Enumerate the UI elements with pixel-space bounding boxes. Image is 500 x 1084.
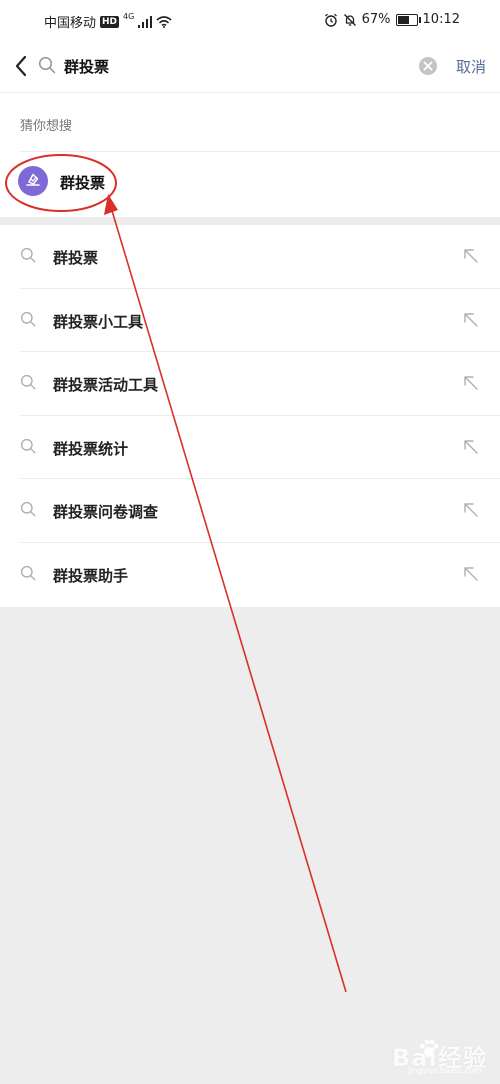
status-right: 67% 10:12 bbox=[324, 12, 460, 27]
arrow-up-left-icon[interactable] bbox=[462, 438, 480, 456]
search-input[interactable] bbox=[64, 52, 394, 80]
status-bar: 中国移动 HD 4G 67% 10:12 bbox=[0, 0, 500, 40]
clear-circle-icon[interactable] bbox=[418, 56, 438, 76]
status-left: 中国移动 HD 4G bbox=[44, 12, 172, 31]
battery-icon bbox=[395, 13, 421, 26]
suggestion-list: 群投票 群投票小工具 群投票活动工具 群投票统计 群投票问卷调查 群投票助手 bbox=[0, 225, 500, 607]
suggestion-text: 群投票助手 bbox=[53, 566, 129, 585]
signal-icon bbox=[138, 15, 153, 28]
suggestion-row[interactable]: 群投票 bbox=[0, 225, 500, 289]
suggestion-row[interactable]: 群投票活动工具 bbox=[0, 352, 500, 416]
arrow-up-left-icon[interactable] bbox=[462, 374, 480, 392]
battery-percent: 67% bbox=[361, 12, 391, 27]
suggestion-row[interactable]: 群投票统计 bbox=[0, 416, 500, 479]
alarm-icon bbox=[324, 13, 337, 27]
search-bar: 取消 bbox=[0, 40, 500, 92]
carrier-name: 中国移动 bbox=[44, 16, 97, 31]
paw-icon bbox=[420, 1039, 439, 1057]
vote-app-icon bbox=[18, 166, 48, 196]
suggestion-text: 群投票 bbox=[53, 249, 99, 267]
hd-badge: HD bbox=[100, 15, 120, 28]
search-icon bbox=[20, 247, 36, 263]
suggestion-text: 群投票活动工具 bbox=[53, 376, 159, 394]
suggestion-text: 群投票统计 bbox=[53, 439, 129, 458]
arrow-up-left-icon[interactable] bbox=[462, 247, 480, 265]
mute-bell-icon bbox=[343, 13, 356, 26]
arrow-up-left-icon[interactable] bbox=[462, 501, 480, 519]
search-icon bbox=[38, 56, 56, 74]
cancel-button[interactable]: 取消 bbox=[456, 56, 486, 77]
divider bbox=[20, 151, 500, 152]
search-icon bbox=[20, 501, 36, 517]
guess-section: 猜你想搜 群投票 bbox=[0, 92, 500, 217]
battery-level bbox=[397, 15, 409, 24]
suggestion-row[interactable]: 群投票小工具 bbox=[0, 289, 500, 352]
search-icon bbox=[20, 438, 36, 453]
guess-item-vote[interactable]: 群投票 bbox=[0, 153, 500, 213]
suggestion-row[interactable]: 群投票问卷调查 bbox=[0, 479, 500, 543]
suggestion-text: 群投票问卷调查 bbox=[53, 503, 159, 521]
network-type: 4G bbox=[123, 12, 135, 21]
search-icon bbox=[20, 311, 36, 326]
search-icon bbox=[20, 374, 36, 390]
chevron-left-icon[interactable] bbox=[12, 54, 32, 78]
arrow-up-left-icon[interactable] bbox=[462, 565, 480, 583]
arrow-up-left-icon[interactable] bbox=[462, 311, 480, 329]
search-icon bbox=[20, 565, 36, 580]
clock-time: 10:12 bbox=[422, 12, 460, 27]
watermark-brand: Bai经验 bbox=[392, 1044, 488, 1072]
wifi-icon bbox=[156, 15, 172, 28]
suggestion-row[interactable]: 群投票助手 bbox=[0, 543, 500, 607]
watermark-url: jingyan.baidu.com bbox=[408, 1066, 482, 1075]
guess-item-label: 群投票 bbox=[60, 174, 106, 192]
suggestion-text: 群投票小工具 bbox=[53, 312, 144, 331]
baidu-jingyan-watermark: Bai经验 jingyan.baidu.com bbox=[388, 1032, 496, 1080]
guess-header: 猜你想搜 bbox=[20, 119, 73, 134]
